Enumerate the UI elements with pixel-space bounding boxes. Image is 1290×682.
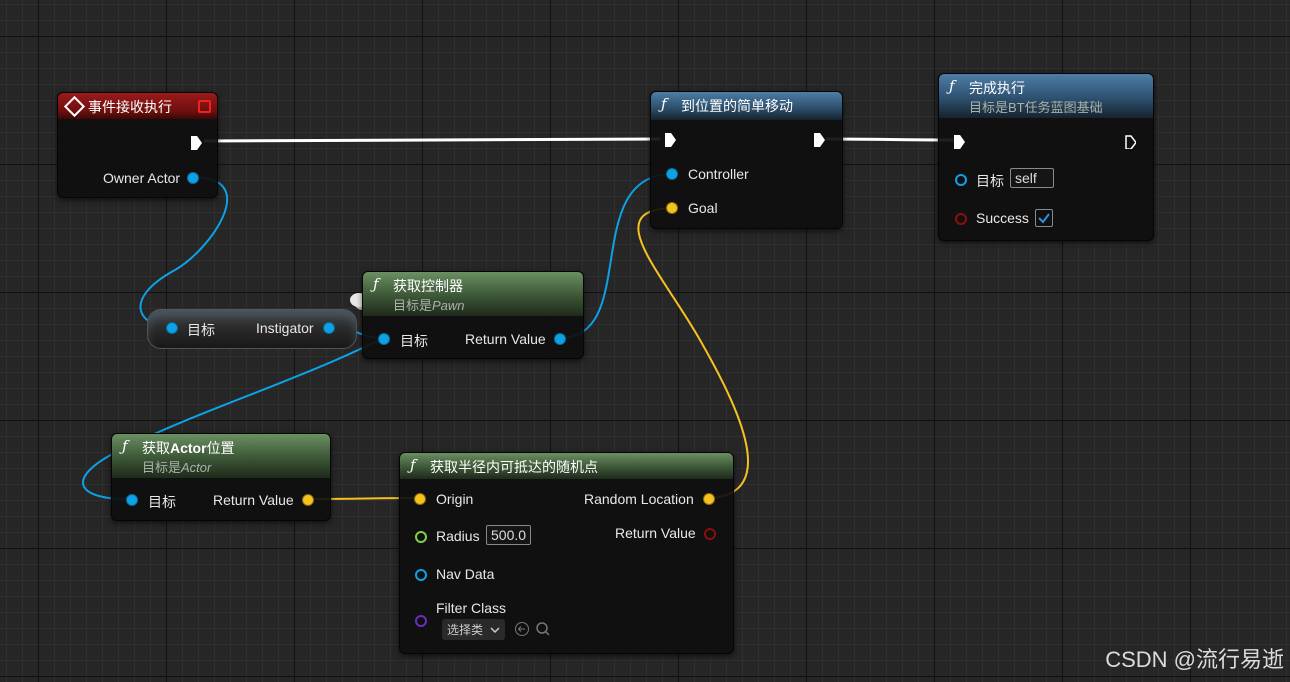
simple-move-node[interactable]: ƒ 到位置的简单移动 Controller Goal [650, 91, 843, 229]
return-value-pin[interactable] [555, 334, 565, 344]
instigator-pin[interactable] [324, 323, 334, 333]
target-label: 目标 [400, 333, 428, 349]
controller-pin[interactable] [667, 169, 677, 179]
success-label: Success [976, 210, 1029, 226]
filter-class-select[interactable]: 选择类 [442, 619, 506, 640]
finish-execute-title: 完成执行 [969, 80, 1025, 96]
target-pin[interactable] [955, 174, 967, 186]
filter-class-pin[interactable] [415, 615, 427, 627]
function-icon: ƒ [949, 77, 955, 95]
instigator-label: Instigator [256, 320, 314, 336]
exec-in-pin[interactable] [665, 133, 676, 147]
success-checkbox[interactable] [1035, 209, 1053, 227]
return-value-label: Return Value [465, 331, 546, 347]
random-reachable-point-node[interactable]: ƒ 获取半径内可抵达的随机点 Origin Random Location Ra… [399, 452, 734, 654]
event-diamond-icon [63, 95, 86, 118]
return-value-pin[interactable] [303, 495, 313, 505]
origin-pin[interactable] [415, 494, 425, 504]
controller-label: Controller [688, 166, 749, 182]
get-controller-subtitle: 目标是Pawn [393, 298, 465, 313]
finish-execute-node[interactable]: ƒ 完成执行 目标是BT任务蓝图基础 目标 self Success [938, 73, 1154, 241]
random-location-label: Random Location [584, 491, 694, 507]
radius-pin[interactable] [415, 531, 427, 543]
success-pin[interactable] [955, 213, 967, 225]
cast-instigator-node[interactable]: 目标 Instigator [147, 309, 357, 349]
radius-label: Radius [436, 528, 480, 544]
get-controller-node[interactable]: ƒ 获取控制器 目标是Pawn 目标 Return Value [362, 271, 584, 359]
owner-actor-label: Owner Actor [103, 170, 181, 186]
use-selected-arrow-icon[interactable] [514, 621, 530, 637]
cast-target-label: 目标 [187, 322, 215, 338]
cast-target-pin[interactable] [167, 323, 177, 333]
nav-data-pin[interactable] [415, 569, 427, 581]
filter-class-value: 选择类 [447, 623, 484, 637]
random-point-title: 获取半径内可抵达的随机点 [430, 459, 598, 475]
delegate-pin-icon[interactable] [198, 100, 211, 113]
function-icon: ƒ [410, 456, 416, 474]
exec-out-pin[interactable] [814, 133, 825, 147]
get-actor-location-node[interactable]: ƒ 获取Actor位置 目标是Actor 目标 Return Value [111, 433, 331, 521]
return-value-label: Return Value [615, 525, 696, 541]
wire-owner-to-cast [139, 176, 229, 328]
function-icon: ƒ [373, 275, 379, 293]
event-node-title: 事件接收执行 [88, 99, 172, 115]
event-node[interactable]: 事件接收执行 Owner Actor [57, 92, 218, 198]
watermark: CSDN @流行易逝 [1105, 647, 1284, 672]
get-actor-location-subtitle: 目标是Actor [142, 460, 212, 475]
exec-out-pin[interactable] [191, 136, 202, 150]
target-label: 目标 [148, 494, 176, 510]
goal-label: Goal [688, 200, 718, 216]
function-icon: ƒ [122, 437, 128, 455]
target-label: 目标 [976, 173, 1004, 189]
goal-pin[interactable] [667, 203, 677, 213]
nav-data-label: Nav Data [436, 566, 495, 582]
radius-value-field[interactable]: 500.0 [486, 525, 532, 545]
chevron-down-icon [490, 627, 500, 634]
owner-actor-pin[interactable] [188, 173, 198, 183]
browse-search-icon[interactable] [535, 621, 551, 637]
return-value-pin[interactable] [704, 528, 716, 540]
target-pin[interactable] [379, 334, 389, 344]
exec-wire-move-finish [825, 137, 956, 142]
finish-execute-subtitle: 目标是BT任务蓝图基础 [969, 100, 1103, 115]
filter-class-label: Filter Class [436, 600, 507, 616]
exec-in-pin[interactable] [954, 135, 965, 149]
get-controller-title: 获取控制器 [393, 278, 463, 294]
target-value-field[interactable]: self [1010, 168, 1054, 188]
simple-move-title: 到位置的简单移动 [681, 98, 793, 114]
random-location-pin[interactable] [704, 494, 714, 504]
function-icon: ƒ [661, 95, 667, 113]
get-actor-location-title: 获取Actor位置 [142, 440, 235, 456]
exec-out-pin[interactable] [1125, 135, 1136, 149]
target-pin[interactable] [127, 495, 137, 505]
origin-label: Origin [436, 491, 474, 507]
return-value-label: Return Value [213, 492, 294, 508]
checkmark-icon [1038, 213, 1050, 224]
exec-wire-event-move [203, 137, 661, 143]
